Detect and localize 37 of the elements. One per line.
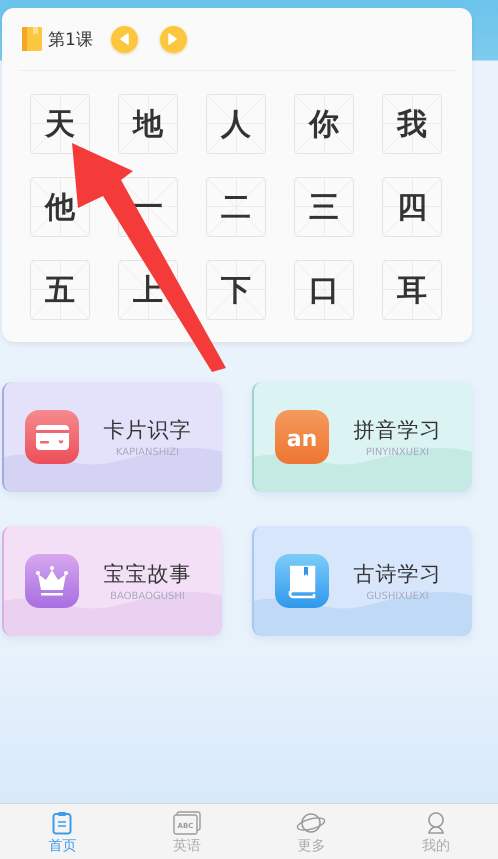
character-tile[interactable]: 二 xyxy=(206,177,266,237)
feature-title: 古诗学习 xyxy=(354,561,442,588)
feature-title: 宝宝故事 xyxy=(104,561,192,588)
clipboard-icon xyxy=(52,811,72,835)
character-tile[interactable]: 口 xyxy=(294,260,354,320)
feature-subtitle: PINYINXUEXI xyxy=(366,447,430,458)
chevron-left-icon xyxy=(119,33,130,45)
character-tile[interactable]: 天 xyxy=(30,94,90,154)
lesson-title: 第1课 xyxy=(48,28,93,50)
feature-card[interactable]: an 拼音学习 PINYINXUEXI xyxy=(252,382,472,492)
crown-icon xyxy=(25,554,79,608)
planet-icon xyxy=(296,811,326,835)
feature-card[interactable]: 卡片识字 KAPIANSHIZI xyxy=(2,382,222,492)
character-tile[interactable]: 四 xyxy=(382,177,442,237)
character-tile[interactable]: 三 xyxy=(294,177,354,237)
character-tile[interactable]: 我 xyxy=(382,94,442,154)
character-tile[interactable]: 下 xyxy=(206,260,266,320)
feature-subtitle: BAOBAOGUSHI xyxy=(110,591,185,602)
feature-card[interactable]: 古诗学习 GUSHIXUEXI xyxy=(252,526,472,636)
card-icon xyxy=(25,410,79,464)
character-tile[interactable]: 你 xyxy=(294,94,354,154)
character-tile[interactable]: 耳 xyxy=(382,260,442,320)
feature-subtitle: KAPIANSHIZI xyxy=(116,447,180,458)
book-icon xyxy=(275,554,329,608)
pinyin-icon: an xyxy=(275,410,329,464)
feature-subtitle: GUSHIXUEXI xyxy=(366,591,429,602)
previous-button[interactable] xyxy=(110,26,138,52)
feature-card[interactable]: 宝宝故事 BAOBAOGUSHI xyxy=(2,526,222,636)
next-button[interactable] xyxy=(160,26,187,52)
book-icon xyxy=(22,27,42,51)
profile-icon xyxy=(426,811,446,835)
character-tile[interactable]: 五 xyxy=(30,260,90,320)
character-tile[interactable]: 人 xyxy=(206,94,266,154)
feature-title: 卡片识字 xyxy=(104,417,192,444)
character-tile[interactable]: 地 xyxy=(118,94,178,154)
chevron-right-icon xyxy=(168,33,178,45)
feature-title: 拼音学习 xyxy=(354,417,442,444)
